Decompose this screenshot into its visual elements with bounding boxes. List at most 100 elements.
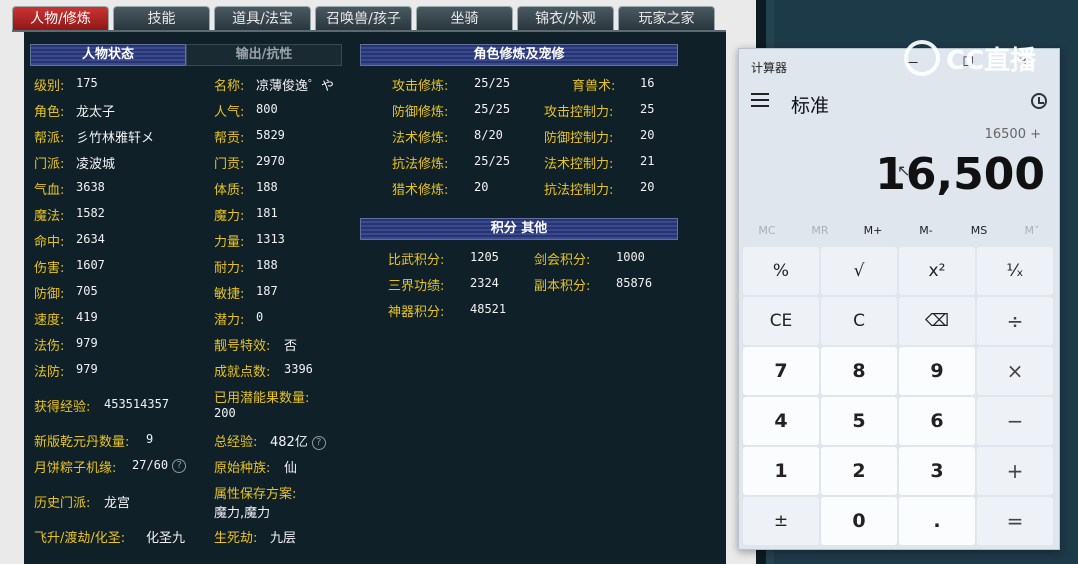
negate-button[interactable]: ± [743, 497, 819, 545]
cult-label: 攻击修炼: [392, 79, 449, 94]
memory-store-button[interactable]: MS [953, 219, 1005, 243]
stat-value: 705 [76, 284, 98, 298]
header-status[interactable]: 人物状态 [30, 44, 186, 66]
history-icon[interactable] [1031, 93, 1047, 109]
clear-button[interactable]: C [821, 297, 897, 345]
cult-value: 25/25 [474, 102, 511, 116]
percent-button[interactable]: % [743, 247, 819, 295]
clear-entry-button[interactable]: CE [743, 297, 819, 345]
stat-value: 凉薄俊逸゜や [256, 79, 335, 94]
stat-label: 原始种族: [214, 461, 271, 476]
digit-2-button[interactable]: 2 [821, 447, 897, 495]
stat-label: 帮贡: [214, 131, 245, 146]
calculator-mode: 标准 [791, 95, 830, 117]
stat-value: 800 [256, 102, 278, 116]
memory-recall-button[interactable]: MR [794, 219, 846, 243]
points-value: 1205 [470, 250, 499, 264]
hamburger-menu-icon[interactable] [751, 93, 769, 107]
plus-button[interactable]: + [977, 447, 1053, 495]
tab-home[interactable]: 玩家之家 [618, 6, 715, 30]
cult-value: 16 [640, 76, 655, 90]
digit-0-button[interactable]: 0 [821, 497, 897, 545]
digit-8-button[interactable]: 8 [821, 347, 897, 395]
mouse-cursor-icon: ↖ [897, 161, 911, 180]
stat-value: 彡竹林雅轩メ [76, 131, 155, 146]
points-value: 48521 [470, 302, 507, 316]
stat-value: 9 [146, 432, 154, 446]
stat-value: 2634 [76, 232, 105, 246]
divide-button[interactable]: ÷ [977, 297, 1053, 345]
stat-label: 生死劫: [214, 531, 258, 546]
reciprocal-button[interactable]: ¹⁄ₓ [977, 247, 1053, 295]
expression-display: 16500 + [984, 127, 1041, 142]
points-label: 比武积分: [388, 253, 445, 268]
stat-value: 200 [214, 406, 236, 420]
tab-mounts[interactable]: 坐骑 [416, 6, 513, 30]
stat-label: 法防: [34, 365, 65, 380]
digit-1-button[interactable]: 1 [743, 447, 819, 495]
decimal-button[interactable]: . [899, 497, 975, 545]
digit-5-button[interactable]: 5 [821, 397, 897, 445]
stat-value: 1607 [76, 258, 105, 272]
stat-value: 979 [76, 362, 98, 376]
memory-subtract-button[interactable]: M- [900, 219, 952, 243]
stat-value: 482亿? [270, 431, 326, 450]
header-output[interactable]: 输出/抗性 [186, 44, 342, 66]
digit-7-button[interactable]: 7 [743, 347, 819, 395]
digit-6-button[interactable]: 6 [899, 397, 975, 445]
memory-add-button[interactable]: M+ [847, 219, 899, 243]
square-button[interactable]: x² [899, 247, 975, 295]
stat-value: 453514357 [104, 397, 170, 411]
minus-button[interactable]: − [977, 397, 1053, 445]
stat-value: 2970 [256, 154, 285, 168]
watermark-logo: CC直播 [904, 38, 1054, 78]
stat-label: 命中: [34, 235, 65, 250]
stat-value: 188 [256, 258, 278, 272]
stat-value: 否 [284, 339, 298, 354]
tab-appearance[interactable]: 锦衣/外观 [517, 6, 614, 30]
stat-label: 气血: [34, 183, 65, 198]
cult-label: 育兽术: [572, 79, 616, 94]
stat-label: 成就点数: [214, 365, 271, 380]
digit-3-button[interactable]: 3 [899, 447, 975, 495]
help-icon[interactable]: ? [172, 458, 187, 473]
stat-label: 速度: [34, 313, 65, 328]
points-label: 副本积分: [534, 279, 591, 294]
stat-value: 1313 [256, 232, 285, 246]
cult-value: 25/25 [474, 76, 511, 90]
stat-value: 27/60? [132, 458, 187, 473]
cult-value: 8/20 [474, 128, 503, 142]
tab-summons[interactable]: 召唤兽/孩子 [315, 6, 412, 30]
points-value: 1000 [616, 250, 645, 264]
header-cultivation: 角色修炼及宠修 [360, 44, 678, 66]
sqrt-button[interactable]: √ [821, 247, 897, 295]
backspace-button[interactable]: ⌫ [899, 297, 975, 345]
memory-list-button[interactable]: M˅ [1006, 219, 1058, 243]
equals-button[interactable]: = [977, 497, 1053, 545]
multiply-button[interactable]: × [977, 347, 1053, 395]
stat-label: 靓号特效: [214, 339, 271, 354]
character-panel: 人物状态 输出/抗性 角色修炼及宠修 积分 其他 级别: 175 角色: 龙太子 帮… [24, 32, 726, 564]
stat-label: 帮派: [34, 131, 65, 146]
tab-skills[interactable]: 技能 [113, 6, 210, 30]
stat-label: 历史门派: [34, 496, 91, 511]
digit-9-button[interactable]: 9 [899, 347, 975, 395]
points-label: 剑会积分: [534, 253, 591, 268]
watermark-text: CC直播 [946, 46, 1037, 76]
cult-label: 法术控制力: [544, 157, 614, 172]
cult-label: 抗法控制力: [544, 183, 614, 198]
calculator-window: 计算器 — ☐ ✕ 标准 16500 + 16,500 MC MR M+ M- … [738, 48, 1060, 550]
cult-label: 猎术修炼: [392, 183, 449, 198]
memory-clear-button[interactable]: MC [741, 219, 793, 243]
tab-items[interactable]: 道具/法宝 [214, 6, 311, 30]
cult-value: 20 [474, 180, 489, 194]
tab-character[interactable]: 人物/修炼 [12, 6, 109, 30]
stat-value: 凌波城 [76, 157, 116, 172]
cult-label: 法术修炼: [392, 131, 449, 146]
cult-value: 25 [640, 102, 655, 116]
stat-label: 总经验: [214, 435, 258, 450]
digit-4-button[interactable]: 4 [743, 397, 819, 445]
header-points: 积分 其他 [360, 218, 678, 240]
help-icon[interactable]: ? [311, 435, 326, 450]
stat-label: 伤害: [34, 261, 65, 276]
